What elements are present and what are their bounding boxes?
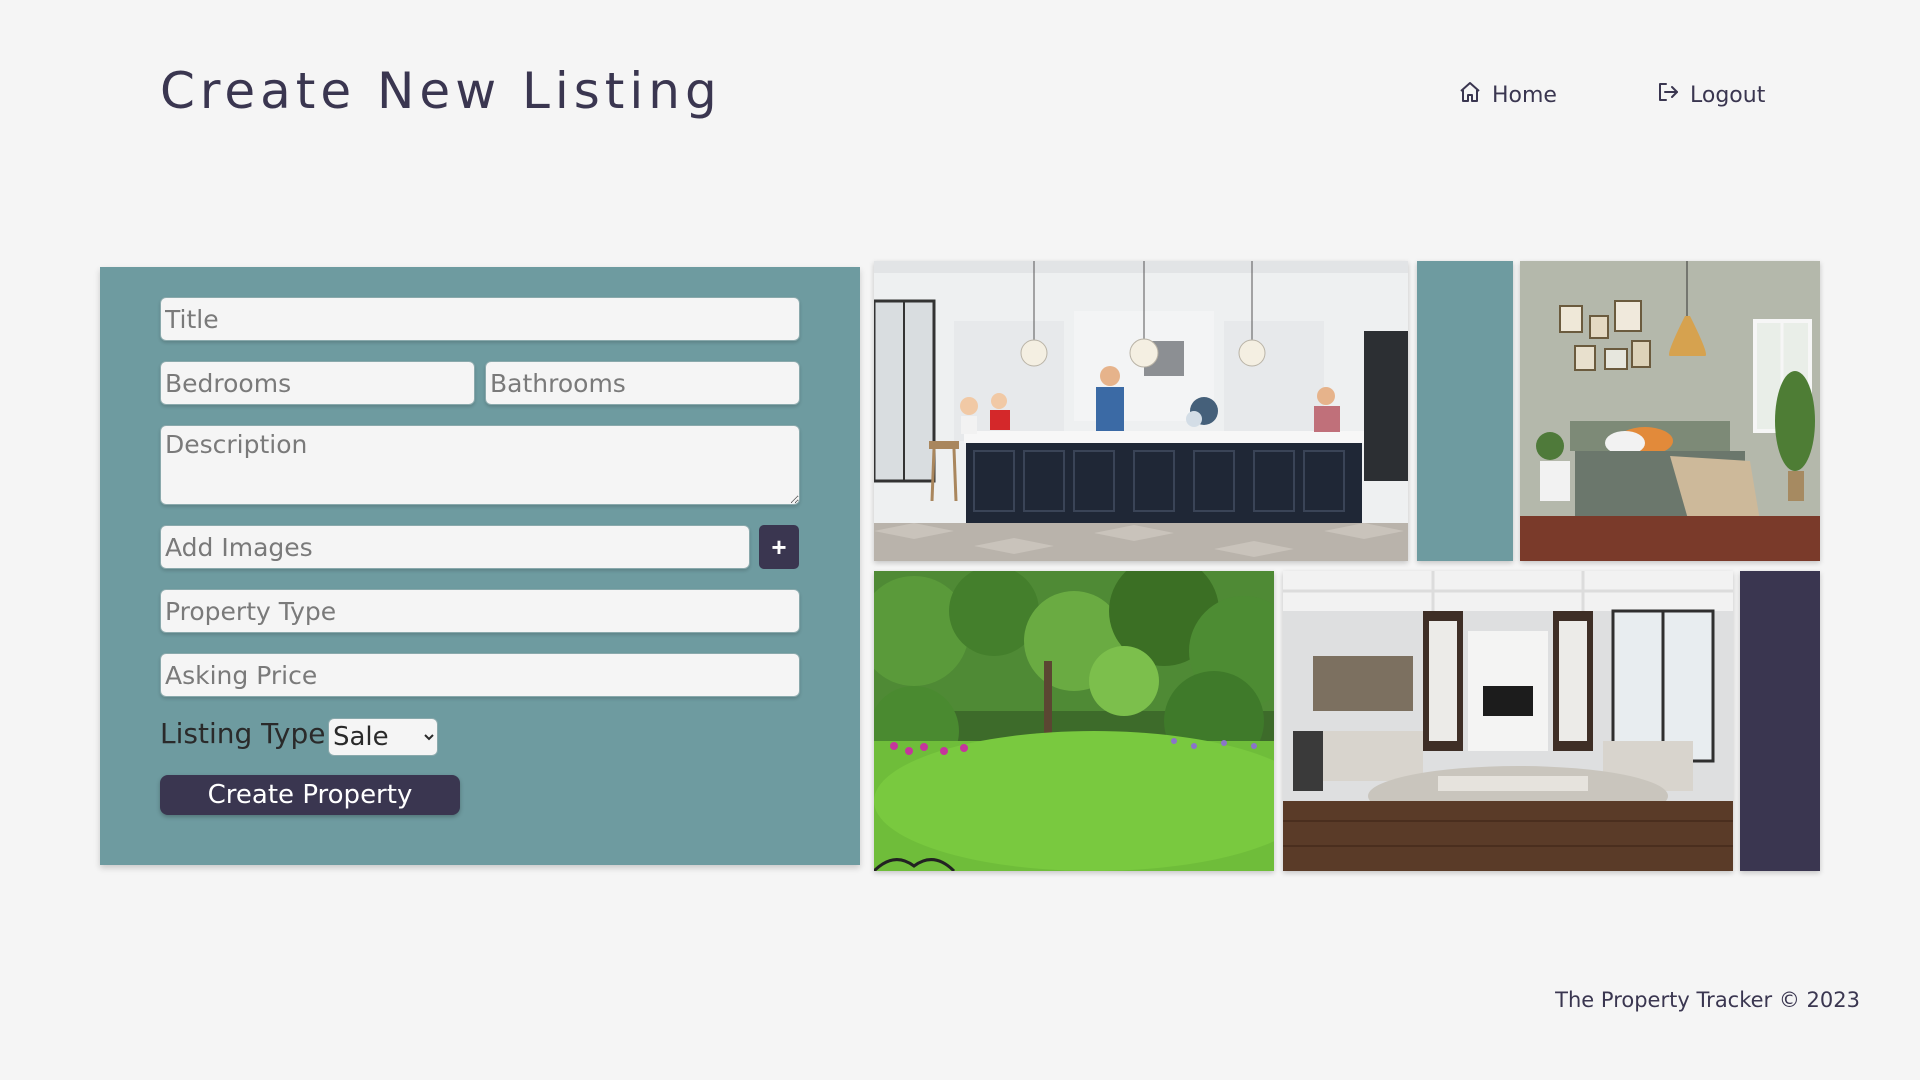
- add-image-button[interactable]: +: [759, 525, 799, 569]
- add-images-input[interactable]: [160, 525, 750, 569]
- nav-home-label: Home: [1492, 82, 1557, 108]
- listing-type-label: Listing Type:: [160, 717, 335, 750]
- bathrooms-input[interactable]: [485, 361, 800, 405]
- property-type-input[interactable]: [160, 589, 800, 633]
- page-title: Create New Listing: [160, 62, 722, 120]
- listing-type-select[interactable]: Sale: [328, 718, 438, 756]
- nav-home-link[interactable]: Home: [1458, 80, 1557, 110]
- teal-color-tile: [1417, 261, 1513, 561]
- bedrooms-input[interactable]: [160, 361, 475, 405]
- navy-color-tile: [1740, 571, 1820, 871]
- create-listing-form: + Listing Type: Sale Create Property: [100, 267, 860, 865]
- home-icon: [1458, 80, 1482, 110]
- garden-photo: [874, 571, 1274, 871]
- bedroom-photo: [1520, 261, 1820, 561]
- logout-icon: [1656, 80, 1680, 110]
- living-room-photo: [1283, 571, 1733, 871]
- asking-price-input[interactable]: [160, 653, 800, 697]
- create-property-button[interactable]: Create Property: [160, 775, 460, 815]
- nav-logout-link[interactable]: Logout: [1656, 80, 1765, 110]
- kitchen-photo: [874, 261, 1408, 561]
- description-textarea[interactable]: [160, 425, 800, 505]
- nav-logout-label: Logout: [1690, 82, 1766, 108]
- title-input[interactable]: [160, 297, 800, 341]
- footer-copyright: The Property Tracker © 2023: [1555, 988, 1860, 1012]
